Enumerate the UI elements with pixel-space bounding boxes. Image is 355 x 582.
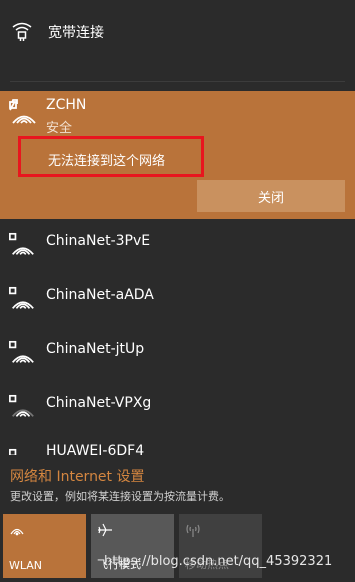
network-item[interactable]: HUAWEI-6DF4: [0, 435, 355, 455]
broadband-label: 宽带连接: [48, 25, 104, 41]
wlan-toggle[interactable]: WLAN: [3, 514, 86, 578]
watermark-url: https://blog.csdn.net/qq_45392321: [104, 554, 333, 569]
error-message-highlight: 无法连接到这个网络: [18, 136, 204, 177]
network-item[interactable]: ChinaNet-jtUp: [0, 327, 355, 381]
wifi-secured-icon: [8, 339, 36, 371]
network-ssid: ChinaNet-jtUp: [46, 341, 145, 357]
wifi-secured-icon: [8, 447, 36, 455]
network-ssid: ChinaNet-VPXg: [46, 395, 152, 411]
close-button[interactable]: 关闭: [197, 180, 345, 212]
broadband-connection[interactable]: 宽带连接: [0, 0, 355, 62]
network-settings-link[interactable]: 网络和 Internet 设置: [10, 466, 145, 486]
network-ssid: ChinaNet-3PvE: [46, 233, 151, 249]
wifi-secured-icon: [8, 393, 36, 425]
ethernet-dialup-icon: [10, 20, 34, 48]
airplane-icon: [97, 522, 113, 542]
wlan-label: WLAN: [9, 559, 43, 572]
network-item[interactable]: ChinaNet-aADA: [0, 273, 355, 327]
network-settings-description: 更改设置，例如将某连接设置为按流量计费。: [10, 490, 230, 503]
network-ssid: ChinaNet-aADA: [46, 287, 154, 303]
divider: [10, 81, 345, 82]
wifi-secured-icon: [8, 231, 36, 263]
network-ssid: HUAWEI-6DF4: [46, 443, 145, 455]
network-ssid: ZCHN: [46, 97, 87, 113]
network-security-label: 安全: [46, 121, 73, 136]
connection-error-text: 无法连接到这个网络: [48, 154, 166, 169]
wifi-secured-icon: [8, 98, 38, 132]
wifi-icon: [9, 522, 25, 542]
network-item[interactable]: ChinaNet-VPXg: [0, 381, 355, 435]
hotspot-icon: [185, 522, 201, 542]
network-item-zchn[interactable]: ZCHN 安全 无法连接到这个网络 关闭: [0, 91, 355, 219]
network-item[interactable]: ChinaNet-3PvE: [0, 219, 355, 273]
wifi-secured-icon: [8, 285, 36, 317]
